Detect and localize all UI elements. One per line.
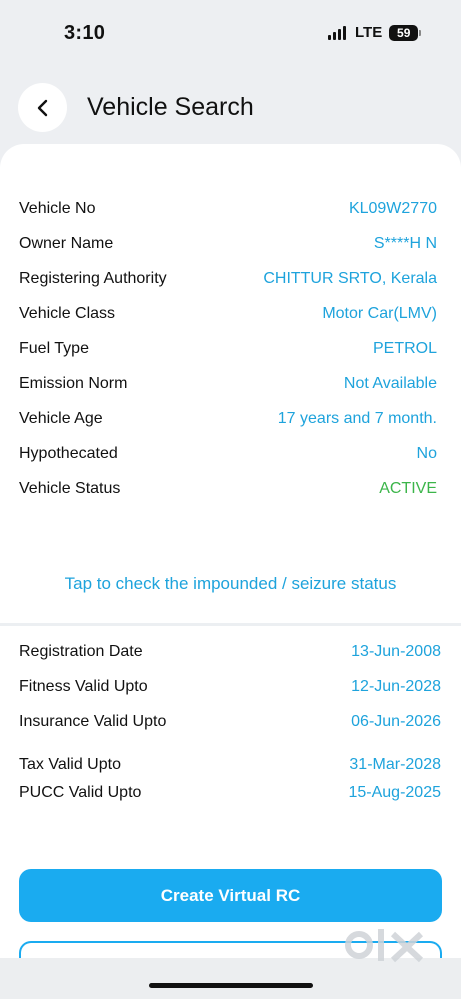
detail-row-vehicle-class: Vehicle Class Motor Car(LMV)	[19, 303, 437, 325]
detail-row-emission-norm: Emission Norm Not Available	[19, 373, 437, 395]
validity-label: PUCC Valid Upto	[19, 784, 142, 801]
detail-label: Hypothecated	[19, 445, 118, 462]
detail-value: PETROL	[372, 340, 437, 357]
detail-label: Vehicle No	[19, 200, 96, 217]
validity-label: Insurance Valid Upto	[19, 713, 167, 730]
detail-row-fuel-type: Fuel Type PETROL	[19, 338, 437, 360]
signal-bars-icon	[328, 25, 346, 40]
validity-value: 15-Aug-2025	[348, 784, 441, 801]
detail-row-vehicle-age: Vehicle Age 17 years and 7 month.	[19, 408, 437, 430]
detail-label: Fuel Type	[19, 340, 89, 357]
header: Vehicle Search	[0, 83, 461, 133]
battery-tip	[419, 29, 422, 36]
detail-label: Registering Authority	[19, 270, 167, 287]
status-badge: ACTIVE	[379, 480, 437, 497]
validity-row-fitness: Fitness Valid Upto 12-Jun-2028	[19, 676, 441, 698]
validity-row-pucc: PUCC Valid Upto 15-Aug-2025	[19, 782, 441, 804]
validity-label: Registration Date	[19, 643, 143, 660]
validity-value: 13-Jun-2008	[351, 643, 441, 660]
olx-watermark-logo	[345, 929, 424, 963]
validity-row-registration-date: Registration Date 13-Jun-2008	[19, 641, 441, 663]
detail-label: Vehicle Class	[19, 305, 116, 322]
detail-value: Not Available	[343, 375, 437, 392]
detail-value: No	[416, 445, 437, 462]
create-virtual-rc-button[interactable]: Create Virtual RC	[19, 869, 442, 922]
detail-value: KL09W2770	[348, 200, 437, 217]
home-indicator	[149, 983, 313, 988]
detail-label: Owner Name	[19, 235, 114, 252]
back-button[interactable]	[18, 83, 67, 132]
battery-icon: 59	[389, 24, 419, 41]
validity-row-insurance: Insurance Valid Upto 06-Jun-2026	[19, 711, 441, 733]
detail-row-owner-name: Owner Name S****H N	[19, 233, 437, 255]
validity-label: Tax Valid Upto	[19, 756, 121, 773]
validity-value: 12-Jun-2028	[351, 678, 441, 695]
validity-label: Fitness Valid Upto	[19, 678, 148, 695]
detail-row-vehicle-status: Vehicle Status ACTIVE	[19, 478, 437, 500]
impound-status-link[interactable]: Tap to check the impounded / seizure sta…	[0, 574, 461, 594]
detail-label: Emission Norm	[19, 375, 128, 392]
detail-row-vehicle-no: Vehicle No KL09W2770	[19, 198, 437, 220]
page-title: Vehicle Search	[87, 93, 254, 121]
validity-value: 31-Mar-2028	[349, 756, 441, 773]
validity-row-tax: Tax Valid Upto 31-Mar-2028	[19, 754, 441, 776]
detail-row-registering-authority: Registering Authority CHITTUR SRTO, Kera…	[19, 268, 437, 290]
bottom-safe-area	[0, 958, 461, 999]
status-time: 3:10	[64, 22, 106, 44]
detail-value: 17 years and 7 month.	[277, 410, 437, 427]
section-divider	[0, 623, 461, 626]
detail-value: S****H N	[373, 235, 437, 252]
detail-row-hypothecated: Hypothecated No	[19, 443, 437, 465]
detail-label: Vehicle Age	[19, 410, 103, 427]
detail-label: Vehicle Status	[19, 480, 121, 497]
detail-value: Motor Car(LMV)	[322, 305, 437, 322]
detail-value: CHITTUR SRTO, Kerala	[263, 270, 437, 287]
chevron-left-icon	[37, 99, 47, 116]
status-bar: 3:10 LTE 59	[0, 0, 461, 64]
validity-value: 06-Jun-2026	[351, 713, 441, 730]
network-type: LTE	[355, 24, 383, 41]
status-indicators: LTE 59	[328, 24, 422, 41]
